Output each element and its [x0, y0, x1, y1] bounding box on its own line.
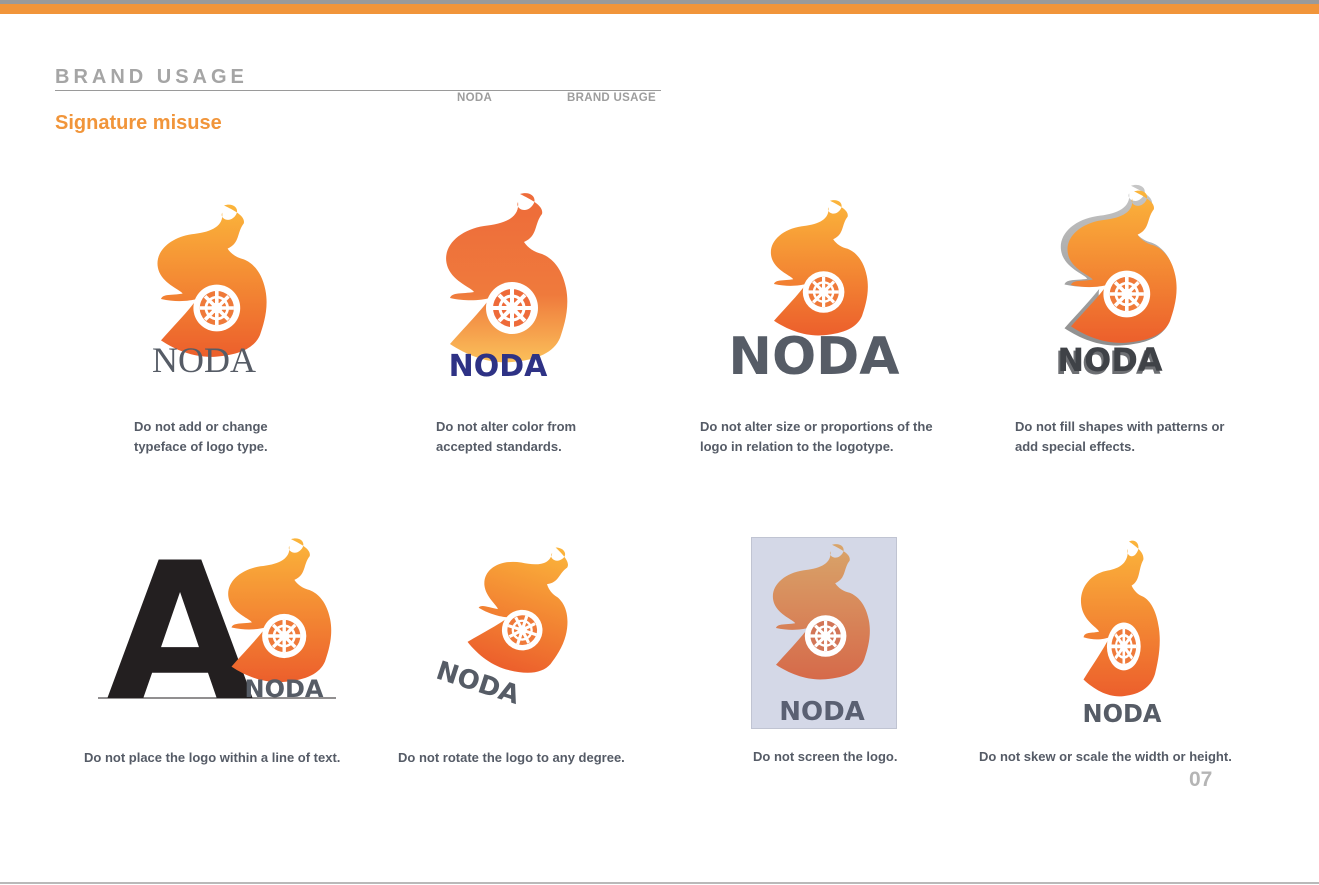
flame-wheel-logo-icon — [155, 202, 269, 359]
flame-wheel-logo-icon — [1079, 538, 1162, 699]
flame-wheel-logo-icon — [771, 542, 872, 682]
flame-wheel-logo-icon — [458, 534, 593, 686]
page-heading: Signature misuse — [55, 112, 222, 134]
caption-rotated: Do not rotate the logo to any degree. — [398, 750, 625, 765]
misuse-logo-screened: NODA — [771, 542, 872, 727]
misuse-logo-effects: NODA NODA — [1055, 182, 1179, 382]
caption-skewed: Do not skew or scale the width or height… — [979, 749, 1232, 764]
page-number: 07 — [1189, 768, 1213, 791]
flame-wheel-logo-icon — [444, 191, 570, 365]
svg-text:NODA: NODA — [245, 675, 324, 703]
breadcrumb-brand: NODA — [457, 92, 493, 104]
svg-text:NODA: NODA — [779, 697, 865, 727]
top-accent-bar — [0, 4, 1319, 14]
bottom-divider — [0, 882, 1319, 884]
caption-proportions: Do not alter size or proportions of the l… — [700, 419, 933, 454]
svg-text:NODA: NODA — [152, 340, 256, 380]
misuse-logo-proportions: NODA — [728, 198, 900, 380]
breadcrumb-section: BRAND USAGE — [567, 92, 656, 104]
big-letter-a: A — [106, 532, 253, 704]
caption-color: Do not alter color from accepted standard… — [436, 419, 577, 454]
section-title: BRAND USAGE — [55, 66, 248, 88]
misuse-logo-rotated: NODA — [432, 534, 593, 711]
flame-wheel-logo-icon — [769, 198, 870, 338]
caption-typeface: Do not add or change typeface of logo typ… — [134, 419, 268, 454]
svg-text:NODA: NODA — [1083, 698, 1162, 728]
misuse-logo-inline-text: A NODA — [98, 532, 336, 704]
misuse-logo-typeface: NODA — [152, 202, 269, 380]
header-divider — [55, 90, 661, 91]
svg-text:NODA: NODA — [1057, 341, 1163, 379]
caption-effects: Do not fill shapes with patterns or add s… — [1015, 419, 1225, 454]
caption-screened: Do not screen the logo. — [753, 749, 898, 764]
caption-inline-text: Do not place the logo within a line of t… — [84, 750, 341, 765]
misuse-logo-skewed: NODA — [1079, 538, 1162, 728]
svg-text:NODA: NODA — [449, 349, 549, 382]
svg-text:NODA: NODA — [728, 327, 899, 380]
misuse-logo-color: NODA — [444, 191, 570, 382]
